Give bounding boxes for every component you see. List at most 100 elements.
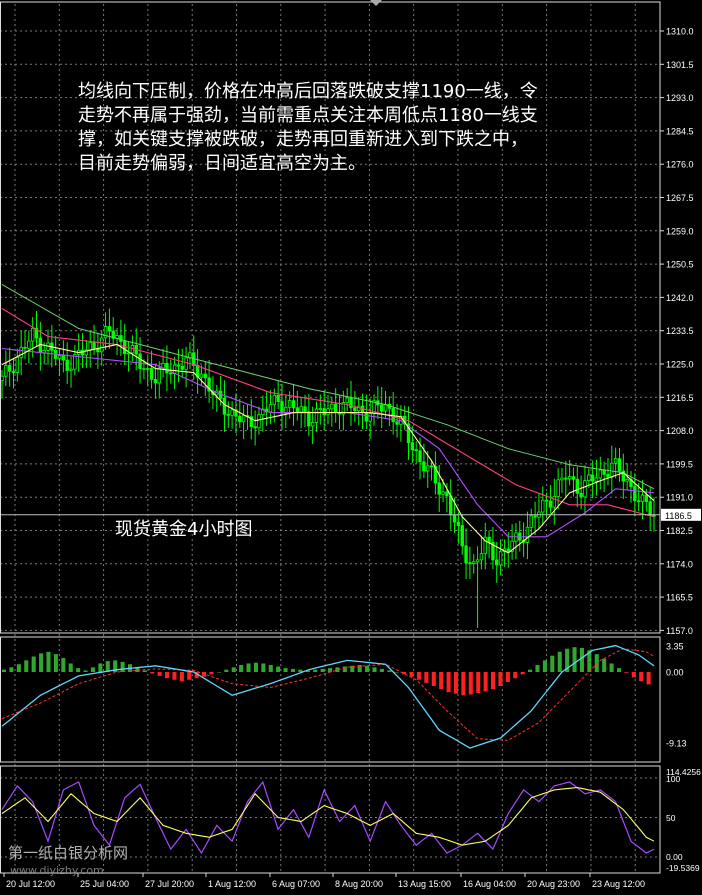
candle-body <box>617 458 622 472</box>
candle-body <box>291 400 296 409</box>
macd-histogram-bar <box>268 665 273 672</box>
macd-tick-label: 0.00 <box>666 668 684 678</box>
candle-body <box>57 355 62 359</box>
macd-histogram-bar <box>39 653 44 672</box>
candle-body <box>590 474 595 482</box>
macd-histogram-bar <box>468 672 473 695</box>
macd-tick-label: 3.35 <box>666 642 684 652</box>
macd-histogram-bar <box>409 672 414 677</box>
candle-body <box>452 514 457 523</box>
candle-body <box>123 341 127 355</box>
price-tick-label: 1199.5 <box>666 459 693 469</box>
macd-histogram-bar <box>46 651 51 672</box>
candle-body <box>583 480 587 498</box>
price-tick-label: 1157.0 <box>666 626 693 636</box>
candle-body <box>0 375 4 381</box>
price-tick-label: 1250.5 <box>666 260 694 270</box>
macd-histogram-bar <box>476 672 481 693</box>
candle-body <box>395 421 399 425</box>
candle-body <box>644 494 649 503</box>
macd-histogram-bar <box>179 672 184 682</box>
macd-histogram-bar <box>239 665 244 672</box>
candle-body <box>272 394 277 406</box>
candle-body <box>495 559 499 566</box>
candle-body <box>23 346 27 349</box>
price-tick-label: 1208.0 <box>666 426 694 436</box>
candle-body <box>598 469 603 479</box>
candle-body <box>472 561 476 564</box>
price-tick-label: 1301.5 <box>666 60 694 70</box>
candle-body <box>475 559 480 563</box>
time-tick-label: 1 Aug 12:00 <box>208 879 256 889</box>
candle-body <box>176 364 181 367</box>
candle-body <box>506 548 510 552</box>
macd-histogram-bar <box>624 672 629 673</box>
candle-body <box>7 365 12 372</box>
time-tick-label: 16 Aug 04:00 <box>463 879 516 889</box>
candle-body <box>445 491 449 497</box>
annotation-line: 走势不再属于强劲，当前需重点关注本周低点1180一线支 <box>78 105 538 126</box>
price-tick-label: 1276.0 <box>666 160 694 170</box>
candle-body <box>330 403 334 410</box>
candle-body <box>180 365 184 370</box>
macd-histogram-bar <box>372 667 377 672</box>
macd-histogram-bar <box>631 672 636 678</box>
price-tick-label: 1293.0 <box>666 93 694 103</box>
price-tick-label: 1216.5 <box>666 393 694 403</box>
candle-body <box>303 406 307 413</box>
candle-body <box>610 462 614 478</box>
candle-body <box>318 408 323 410</box>
macd-histogram-bar <box>424 672 429 683</box>
price-tick-label: 1182.5 <box>666 526 693 536</box>
candle-body <box>533 515 537 518</box>
annotation-line: 目前走势偏弱，日间适宜高空为主。 <box>78 153 366 174</box>
candle-body <box>468 562 472 565</box>
candle-body <box>345 397 349 403</box>
macd-histogram-bar <box>342 666 347 672</box>
candle-body <box>567 476 572 480</box>
time-tick-label: 8 Aug 20:00 <box>335 879 383 889</box>
candle-body <box>353 407 357 412</box>
macd-histogram-bar <box>142 670 147 672</box>
candle-body <box>548 500 553 508</box>
macd-histogram-bar <box>446 672 451 693</box>
price-tick-label: 1284.5 <box>666 126 694 136</box>
macd-histogram-bar <box>602 658 607 672</box>
macd-histogram-bar <box>616 668 622 672</box>
candle-body <box>368 413 372 422</box>
price-tick-label: 1225.0 <box>666 360 694 370</box>
candle-body <box>295 407 300 413</box>
candle-body <box>625 479 629 482</box>
macd-histogram-bar <box>290 668 296 672</box>
candle-body <box>92 342 96 349</box>
candle-body <box>552 496 556 508</box>
time-tick-label: 13 Aug 15:00 <box>398 879 451 889</box>
macd-histogram-bar <box>24 660 29 672</box>
candle-body <box>429 465 434 468</box>
stoch-tick-label: 50 <box>666 813 676 823</box>
candle-body <box>379 404 384 412</box>
candle-body <box>257 414 261 429</box>
candle-body <box>153 379 158 384</box>
candle-body <box>556 479 560 497</box>
candle-body <box>460 525 464 547</box>
macd-histogram-bar <box>550 655 555 672</box>
candle-body <box>587 474 591 481</box>
candle-body <box>364 411 369 422</box>
candle-body <box>322 408 326 416</box>
candle-body <box>100 337 104 353</box>
candle-body <box>633 486 637 502</box>
price-tick-label: 1191.0 <box>666 493 693 503</box>
candle-body <box>222 397 227 415</box>
candle-body <box>410 442 415 451</box>
candle-body <box>307 411 311 427</box>
candle-body <box>648 501 652 516</box>
macd-histogram-bar <box>542 660 547 672</box>
macd-histogram-bar <box>639 672 644 682</box>
candle-body <box>280 401 284 414</box>
candle-body <box>418 450 422 463</box>
macd-histogram-bar <box>150 672 155 674</box>
macd-histogram-bar <box>61 658 66 672</box>
candle-body <box>69 368 73 371</box>
candle-body <box>571 476 576 480</box>
